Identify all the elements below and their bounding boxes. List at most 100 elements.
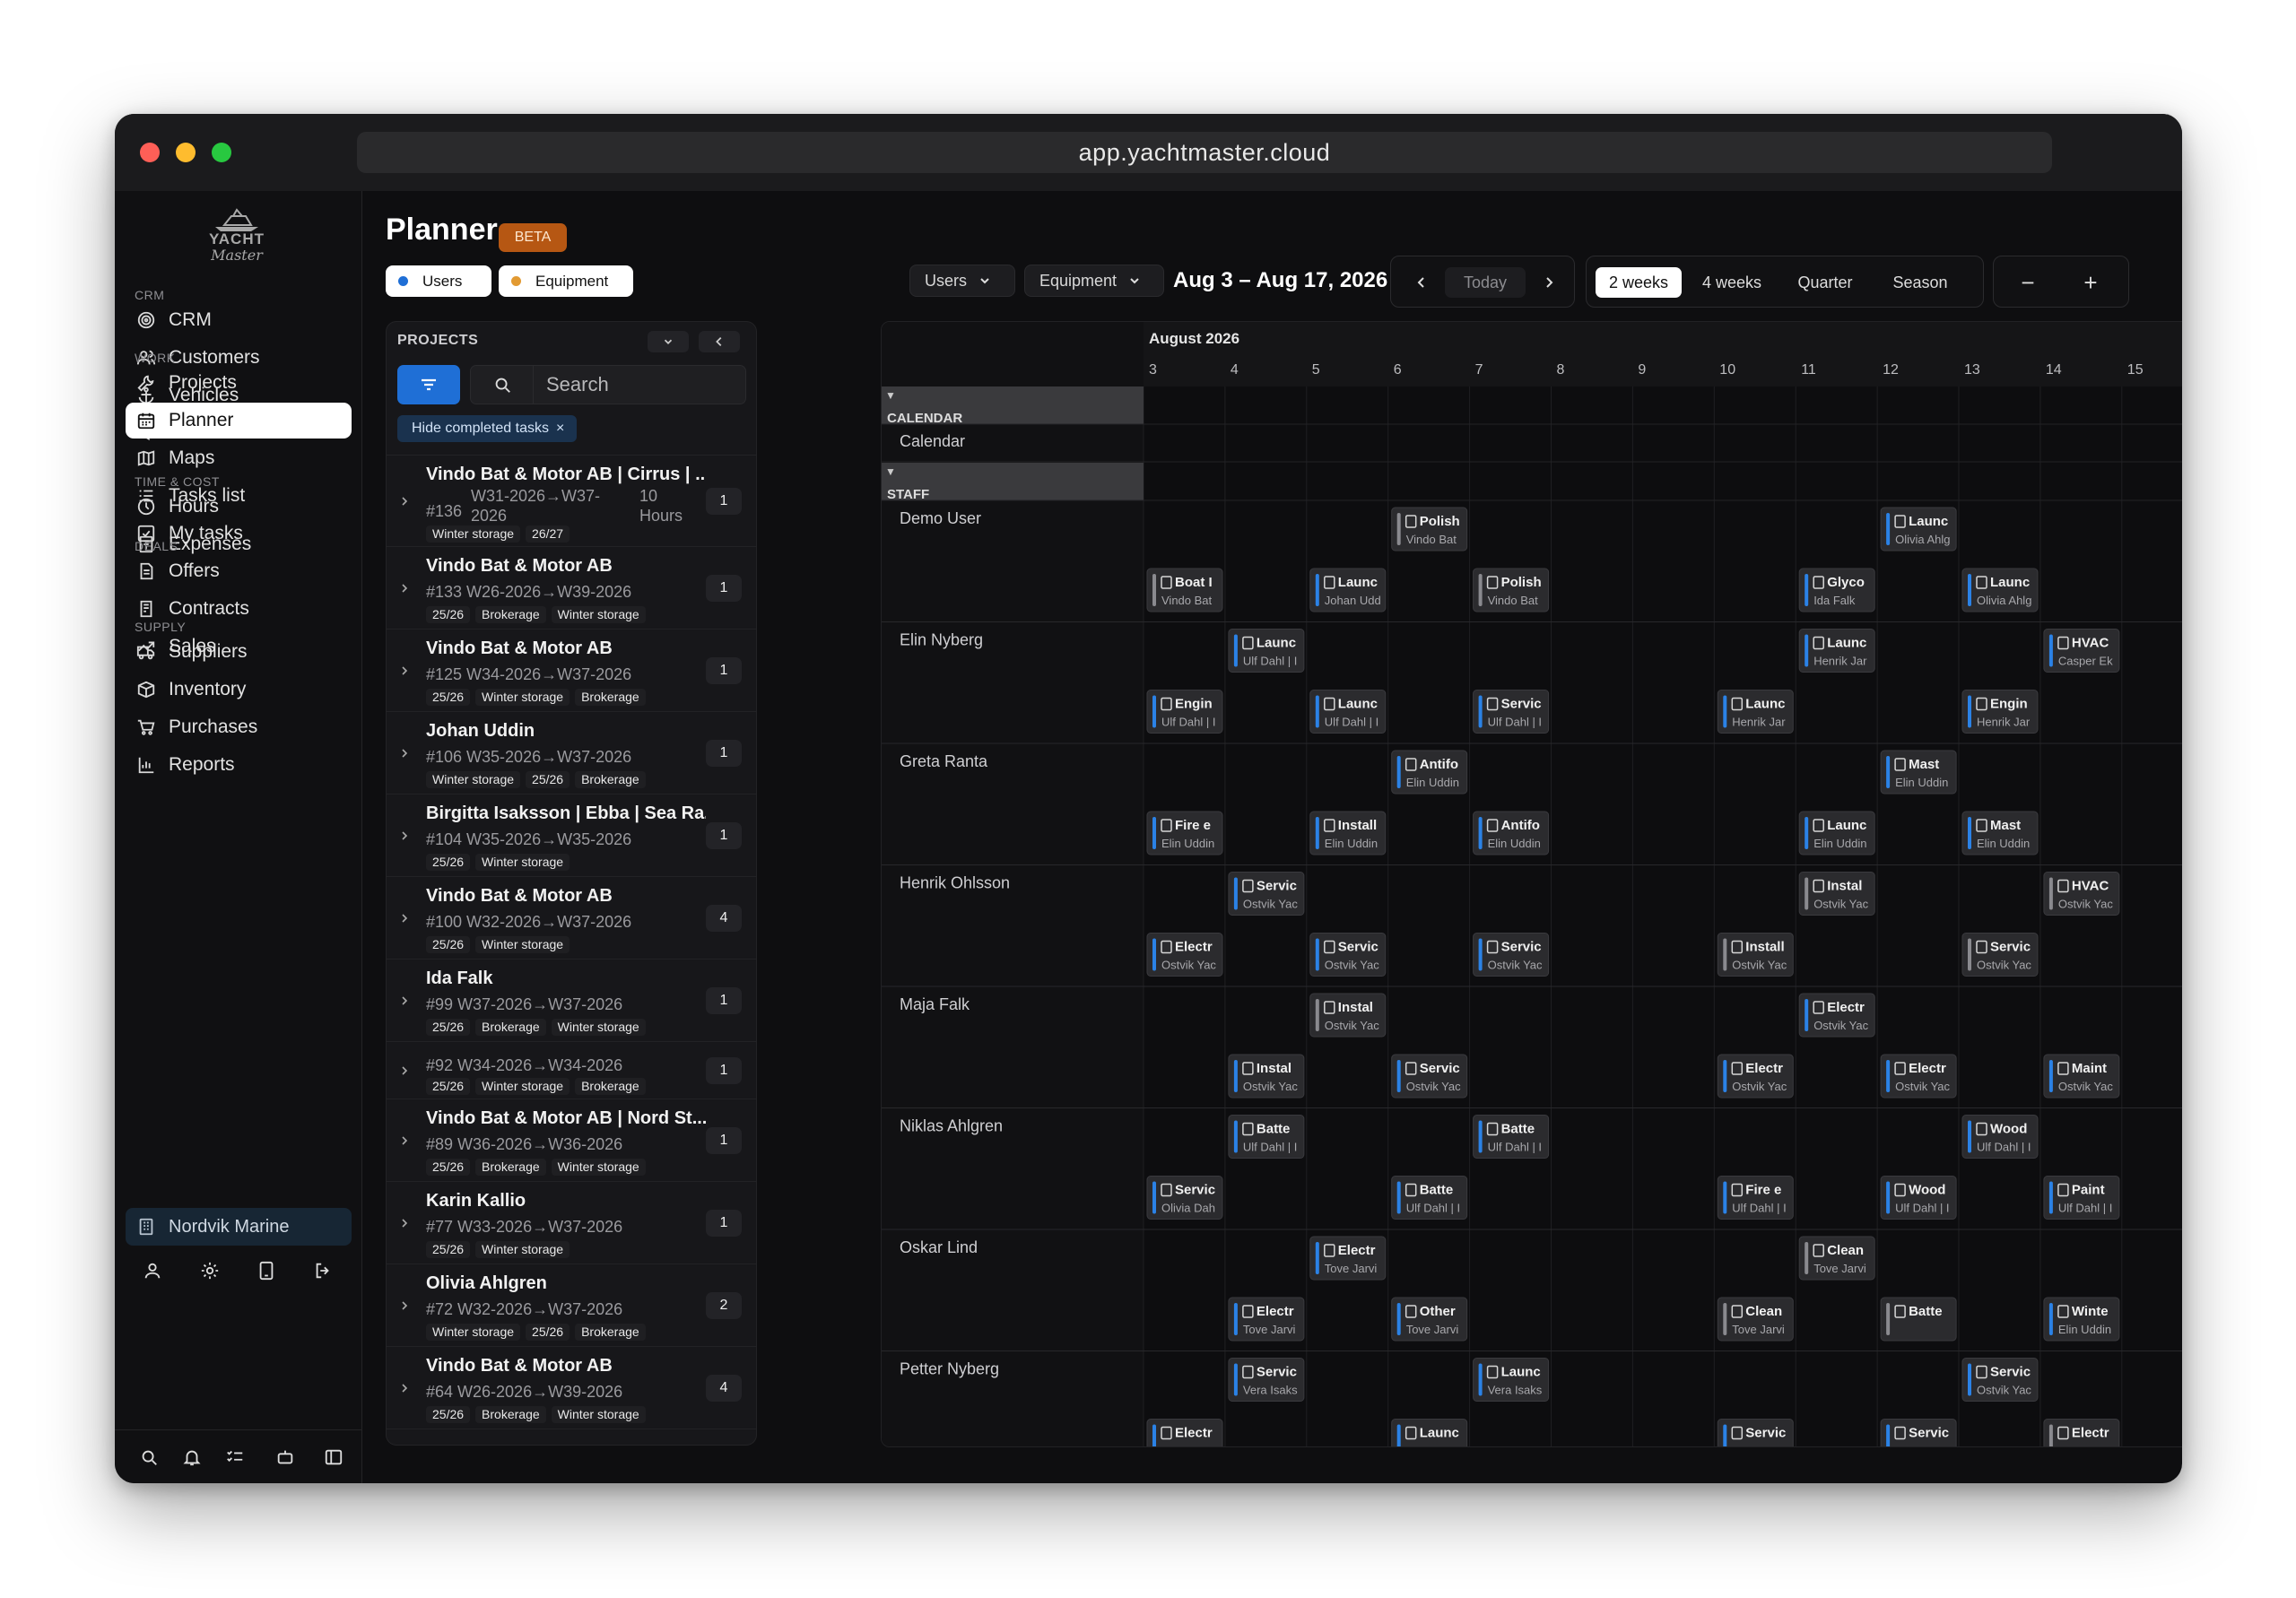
planner-event[interactable]: Install Elin Uddin	[1309, 811, 1387, 855]
chevron-right-icon[interactable]	[399, 995, 410, 1006]
project-list-item[interactable]: 1 #92 W34-2026→W34-2026 25/26 Winter storag…	[387, 1042, 756, 1099]
planner-event[interactable]: Wood Ulf Dahl | I	[1880, 1176, 1957, 1220]
notifications-button[interactable]	[179, 1445, 204, 1470]
planner-event[interactable]: Wood Ulf Dahl | I	[1961, 1115, 2039, 1159]
project-list-item[interactable]: 1 Vindo Bat & Motor AB #125 W34-2026→W37-2…	[387, 630, 756, 712]
brand-logo[interactable]: YACHT Master	[192, 204, 282, 268]
planner-event[interactable]: Servic Ostvik Yac	[1961, 933, 2039, 977]
planner-event[interactable]: Electr Ostvik Yac	[2043, 1419, 2120, 1448]
address-bar[interactable]: app.yachtmaster.cloud	[357, 132, 2052, 173]
planner-event[interactable]: Launc Ulf Dahl | I	[1309, 690, 1387, 734]
equipment-dropdown[interactable]: Equipment	[1024, 265, 1164, 297]
planner-event[interactable]: Servic Ulf Dahl | I	[1473, 690, 1550, 734]
organization-switcher[interactable]: Nordvik Marine	[126, 1208, 352, 1246]
sidebar-item-reports[interactable]: Reports	[126, 747, 352, 783]
planner-event[interactable]: Glyco Ida Falk	[1798, 568, 1875, 612]
project-list-item[interactable]: 1 Birgitta Isaksson | Ebba | Sea Ra... #10…	[387, 795, 756, 877]
sidebar-item-purchases[interactable]: Purchases	[126, 709, 352, 745]
view-quarter-button[interactable]: Quarter	[1782, 267, 1868, 298]
chevron-right-icon[interactable]	[399, 830, 410, 841]
collapse-icon[interactable]: ▼	[885, 389, 896, 402]
planner-event[interactable]: Batte Ulf Dahl | I	[1228, 1115, 1305, 1159]
chevron-right-icon[interactable]	[399, 913, 410, 924]
planner-event[interactable]: Servic Ostvik Yac	[1717, 1419, 1794, 1448]
planner-event[interactable]: Antifo Elin Uddin	[1391, 750, 1468, 795]
planner-event[interactable]: Mast Elin Uddin	[1880, 750, 1957, 795]
next-period-button[interactable]	[1531, 267, 1567, 298]
search-input[interactable]	[546, 366, 735, 404]
planner-event[interactable]: Launc Johan Udd	[1309, 568, 1387, 612]
sidebar-item-crm[interactable]: CRM	[126, 302, 352, 338]
planner-event[interactable]: Electr Tove Jarvi	[1228, 1297, 1305, 1342]
planner-event[interactable]: Servic Ostvik Yac	[1309, 933, 1387, 977]
hide-completed-filter[interactable]: Hide completed tasks ×	[397, 415, 578, 442]
planner-event[interactable]: Launc Elin Uddin	[1798, 811, 1875, 855]
equipment-filter-chip[interactable]: Equipment	[499, 265, 633, 297]
chevron-right-icon[interactable]	[399, 1218, 410, 1229]
view-season-button[interactable]: Season	[1877, 267, 1963, 298]
project-list-item[interactable]: 1 Ida Falk #99 W37-2026→W37-2026 25/26 Broke…	[387, 960, 756, 1042]
planner-event[interactable]: Servic Olivia Dah	[1146, 1176, 1223, 1220]
logout-button[interactable]	[310, 1258, 335, 1283]
planner-event[interactable]: Electr Vera Isaks	[1146, 1419, 1223, 1448]
chevron-right-icon[interactable]	[399, 748, 410, 759]
planner-event[interactable]: Electr Ostvik Yac	[1798, 993, 1875, 1038]
sidebar-item-projects[interactable]: Projects	[126, 365, 352, 401]
planner-event[interactable]: Electr Ostvik Yac	[1717, 1054, 1794, 1099]
project-list-item[interactable]: 1 Vindo Bat & Motor AB | Cirrus | ... #136…	[387, 456, 756, 547]
filter-button[interactable]	[397, 365, 460, 404]
planner-event[interactable]: Launc Henrik Jar	[1717, 690, 1794, 734]
planner-event[interactable]: Fire e Elin Uddin	[1146, 811, 1223, 855]
collapse-icon[interactable]: ▼	[885, 465, 896, 478]
users-dropdown[interactable]: Users	[909, 265, 1015, 297]
project-list-item[interactable]: 4 Vindo Bat & Motor AB #64 W26-2026→W39-20…	[387, 1347, 756, 1429]
minimize-window-button[interactable]	[176, 143, 196, 162]
assistant-button[interactable]	[273, 1445, 298, 1470]
planner-event[interactable]: Electr Ostvik Yac	[1880, 1054, 1957, 1099]
view-4-weeks-button[interactable]: 4 weeks	[1689, 267, 1775, 298]
close-window-button[interactable]	[140, 143, 160, 162]
chevron-right-icon[interactable]	[399, 1300, 410, 1311]
profile-button[interactable]	[140, 1258, 165, 1283]
planner-event[interactable]: Launc Henrik Jar	[1798, 629, 1875, 673]
search-button[interactable]	[136, 1445, 161, 1470]
sidebar-item-suppliers[interactable]: Suppliers	[126, 634, 352, 670]
planner-event[interactable]: Fire e Ulf Dahl | I	[1717, 1176, 1794, 1220]
chevron-right-icon[interactable]	[399, 1065, 410, 1076]
planner-event[interactable]: Launc Olivia Ahlg	[1880, 507, 1957, 551]
zoom-in-button[interactable]: +	[2067, 267, 2114, 298]
planner-event[interactable]: Install Ostvik Yac	[1717, 933, 1794, 977]
planner-event[interactable]: Other Tove Jarvi	[1391, 1297, 1468, 1342]
sidebar-item-maps[interactable]: Maps	[126, 440, 352, 476]
view-2-weeks-button[interactable]: 2 weeks	[1596, 267, 1682, 298]
planner-event[interactable]: Launc Ulf Dahl | I	[1228, 629, 1305, 673]
planner-event[interactable]: Batte Ulf Dahl | I	[1391, 1176, 1468, 1220]
planner-event[interactable]: Batte	[1880, 1297, 1957, 1342]
planner-event[interactable]: Launc Vera Isaks	[1391, 1419, 1468, 1448]
planner-event[interactable]: HVAC Ostvik Yac	[2043, 872, 2120, 916]
project-list-item[interactable]: 1 Vindo Bat & Motor AB | Nord St... #89 W3…	[387, 1099, 756, 1182]
chevron-right-icon[interactable]	[399, 583, 410, 594]
sidebar-item-inventory[interactable]: Inventory	[126, 672, 352, 708]
planner-event[interactable]: Maint Ostvik Yac	[2043, 1054, 2120, 1099]
planner-event[interactable]: Servic Ostvik Yac	[1228, 872, 1305, 916]
collapse-sidebar-button[interactable]	[321, 1445, 346, 1470]
planner-event[interactable]: Polish Vindo Bat	[1391, 507, 1468, 551]
planner-event[interactable]: Clean Tove Jarvi	[1717, 1297, 1794, 1342]
planner-event[interactable]: Polish Vindo Bat	[1473, 568, 1550, 612]
planner-event[interactable]: Electr Ostvik Yac	[1146, 933, 1223, 977]
project-list-item[interactable]: 1 Vindo Bat & Motor AB #133 W26-2026→W39-2…	[387, 547, 756, 630]
projects-collapse-button[interactable]	[699, 331, 740, 352]
maximize-window-button[interactable]	[212, 143, 231, 162]
remove-filter-icon[interactable]: ×	[556, 421, 564, 436]
planner-event[interactable]: Launc Olivia Ahlg	[1961, 568, 2039, 612]
planner-event[interactable]: Clean Tove Jarvi	[1798, 1236, 1875, 1281]
users-filter-chip[interactable]: Users	[386, 265, 491, 297]
project-list-item[interactable]: 2 Olivia Ahlgren #72 W32-2026→W37-2026 Wint…	[387, 1264, 756, 1347]
planner-event[interactable]: Launc Vera Isaks	[1473, 1358, 1550, 1402]
projects-expand-button[interactable]	[648, 331, 689, 352]
planner-event[interactable]: Antifo Elin Uddin	[1473, 811, 1550, 855]
previous-period-button[interactable]	[1404, 267, 1439, 298]
settings-button[interactable]	[197, 1258, 222, 1283]
planner-event[interactable]: Servic Ostvik Yac	[1880, 1419, 1957, 1448]
